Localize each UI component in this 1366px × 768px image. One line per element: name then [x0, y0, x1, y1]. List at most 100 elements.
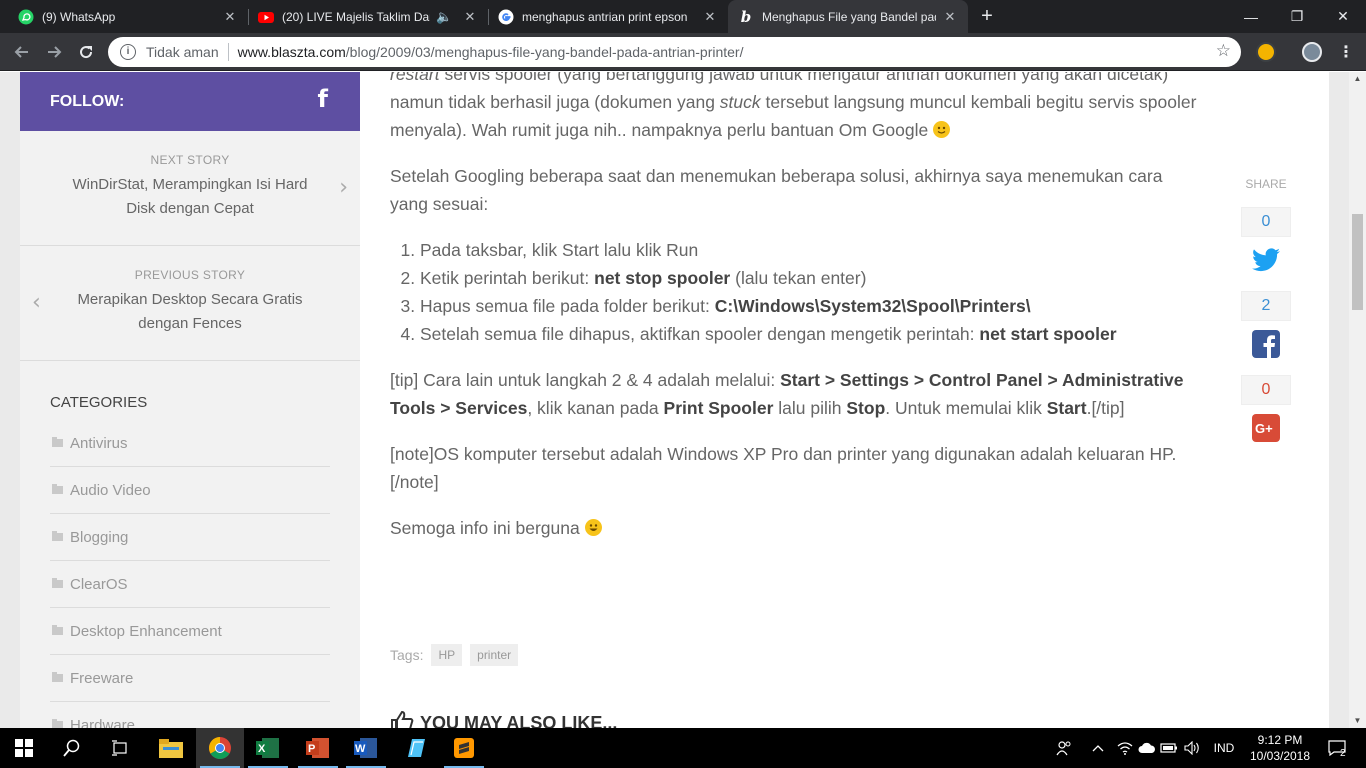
menu-dots-icon[interactable]: ⋮ — [1334, 40, 1358, 64]
steps-list: Pada taksbar, klik Start lalu klik Run K… — [420, 236, 1200, 348]
close-icon[interactable]: ✕ — [222, 9, 238, 25]
tab-google[interactable]: menghapus antrian print epson ✕ — [488, 0, 728, 33]
chevron-right-icon[interactable]: › — [339, 175, 348, 200]
previous-story-title[interactable]: Merapikan Desktop Secara Gratis dengan F… — [20, 288, 360, 336]
close-icon[interactable]: ✕ — [462, 9, 478, 25]
search-icon[interactable] — [48, 728, 96, 768]
follow-bar: FOLLOW: f — [20, 72, 360, 131]
battery-icon[interactable] — [1158, 728, 1180, 768]
close-icon[interactable]: ✕ — [942, 9, 958, 25]
tab-blaszta[interactable]: b Menghapus File yang Bandel pad ✕ — [728, 0, 968, 33]
chevron-left-icon[interactable]: ‹ — [32, 290, 41, 315]
web-page: FOLLOW: f NEXT STORY WinDirStat, Merampi… — [0, 72, 1349, 728]
url-text: www.blaszta.com/blog/2009/03/menghapus-f… — [238, 44, 744, 60]
next-story-title[interactable]: WinDirStat, Merampingkan Isi Hard Disk d… — [20, 173, 360, 221]
paragraph: restart servis spooler (yang bertanggung… — [390, 72, 1200, 144]
scroll-down-icon[interactable]: ▼ — [1349, 714, 1366, 728]
tab-youtube[interactable]: (20) LIVE Majelis Taklim Dan 🔈 ✕ — [248, 0, 488, 33]
category-label[interactable]: ClearOS — [70, 576, 128, 593]
close-window-button[interactable]: ✕ — [1320, 0, 1366, 33]
category-item[interactable]: Antivirus — [50, 420, 330, 467]
tab-whatsapp[interactable]: (9) WhatsApp ✕ — [8, 0, 248, 33]
list-item: Setelah semua file dihapus, aktifkan spo… — [420, 320, 1200, 348]
maximize-button[interactable]: ❐ — [1274, 0, 1320, 33]
new-tab-button[interactable]: + — [976, 6, 998, 28]
next-story[interactable]: NEXT STORY WinDirStat, Merampingkan Isi … — [20, 131, 360, 246]
scroll-up-icon[interactable]: ▲ — [1349, 72, 1366, 86]
page-scrollbar[interactable]: ▲ ▼ — [1349, 72, 1366, 728]
category-label[interactable]: Audio Video — [70, 482, 151, 499]
language-indicator[interactable]: IND — [1206, 728, 1242, 768]
twitter-share-count: 0 — [1241, 207, 1291, 237]
whatsapp-icon — [18, 9, 34, 25]
category-item[interactable]: ClearOS — [50, 561, 330, 608]
svg-text:X: X — [258, 743, 266, 755]
google-plus-icon[interactable]: G+ — [1251, 413, 1281, 443]
category-label[interactable]: Freeware — [70, 670, 133, 687]
security-label: Tidak aman — [146, 44, 219, 60]
thumbs-up-icon — [390, 710, 414, 728]
category-item[interactable]: Freeware — [50, 655, 330, 702]
word-icon[interactable]: W — [342, 728, 390, 768]
facebook-share-count: 2 — [1241, 291, 1291, 321]
tab-title: (9) WhatsApp — [42, 9, 116, 24]
close-icon[interactable]: ✕ — [702, 9, 718, 25]
folder-icon — [52, 484, 63, 494]
tag-link[interactable]: printer — [470, 644, 519, 666]
address-bar[interactable]: i Tidak aman www.blaszta.com/blog/2009/0… — [108, 37, 1241, 67]
twitter-icon[interactable] — [1251, 245, 1281, 275]
tab-title: menghapus antrian print epson — [522, 9, 688, 24]
folder-icon — [52, 672, 63, 682]
category-label[interactable]: Desktop Enhancement — [70, 623, 222, 640]
action-center-icon[interactable]: 2 — [1322, 728, 1352, 768]
start-button[interactable] — [0, 728, 48, 768]
folder-icon — [52, 531, 63, 541]
info-icon[interactable]: i — [120, 44, 136, 60]
svg-text:P: P — [308, 743, 315, 755]
scrollbar-thumb[interactable] — [1352, 214, 1363, 310]
category-label[interactable]: Hardware — [70, 717, 135, 729]
file-explorer-icon[interactable] — [147, 728, 195, 768]
facebook-icon[interactable] — [1251, 329, 1281, 359]
folder-icon — [52, 578, 63, 588]
extension-icon[interactable] — [1256, 42, 1276, 62]
powerpoint-icon[interactable]: P — [294, 728, 342, 768]
tag-link[interactable]: HP — [431, 644, 463, 666]
googleplus-share-count: 0 — [1241, 375, 1291, 405]
volume-icon[interactable] — [1182, 728, 1204, 768]
excel-icon[interactable]: X — [244, 728, 292, 768]
category-label[interactable]: Blogging — [70, 529, 128, 546]
sublime-text-icon[interactable] — [440, 728, 488, 768]
cloud-icon[interactable] — [1136, 728, 1158, 768]
forward-button[interactable] — [42, 40, 66, 64]
speaker-icon: 🔈 — [436, 8, 453, 24]
task-view-icon[interactable] — [96, 728, 144, 768]
facebook-follow-icon[interactable]: f — [318, 85, 328, 113]
share-panel: SHARE 0 2 0 G+ — [1238, 177, 1294, 443]
tags-label: Tags: — [390, 647, 424, 663]
bookmark-star-icon[interactable]: ☆ — [1216, 42, 1231, 60]
follow-label: FOLLOW: — [50, 92, 125, 110]
minimize-button[interactable]: — — [1228, 0, 1274, 33]
category-item[interactable]: Hardware — [50, 702, 330, 728]
chrome-icon[interactable] — [196, 728, 244, 768]
back-button[interactable] — [10, 40, 34, 64]
sidebar: FOLLOW: f NEXT STORY WinDirStat, Merampi… — [20, 72, 360, 728]
next-story-label: NEXT STORY — [150, 153, 230, 167]
toolbar: i Tidak aman www.blaszta.com/blog/2009/0… — [0, 33, 1366, 71]
category-item[interactable]: Desktop Enhancement — [50, 608, 330, 655]
people-icon[interactable] — [1052, 728, 1076, 768]
category-item[interactable]: Blogging — [50, 514, 330, 561]
system-clock[interactable]: 9:12 PM 10/03/2018 — [1243, 732, 1317, 764]
profile-avatar[interactable] — [1302, 42, 1322, 62]
reload-button[interactable] — [74, 40, 98, 64]
category-item[interactable]: Audio Video — [50, 467, 330, 514]
main-content: restart servis spooler (yang bertanggung… — [360, 72, 1329, 728]
wifi-icon[interactable] — [1114, 728, 1136, 768]
chevron-up-icon[interactable] — [1088, 728, 1108, 768]
emphasis: restart — [390, 72, 440, 84]
previous-story[interactable]: PREVIOUS STORY Merapikan Desktop Secara … — [20, 246, 360, 361]
category-label[interactable]: Antivirus — [70, 435, 128, 452]
folder-icon — [52, 625, 63, 635]
app-icon[interactable] — [392, 728, 440, 768]
